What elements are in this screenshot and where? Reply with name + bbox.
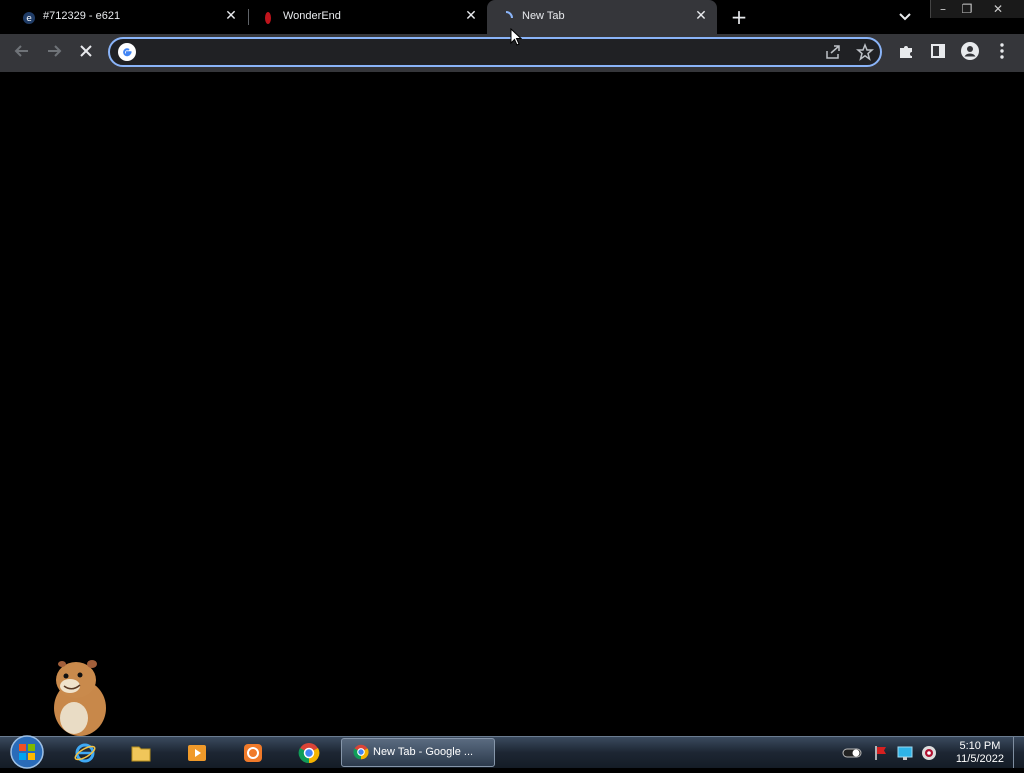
forward-button[interactable] [38,34,70,72]
tab-close-icon[interactable]: ✕ [223,8,239,24]
network-monitor-icon[interactable] [896,744,914,762]
tab-search-chevron-icon[interactable] [896,9,914,25]
toggle-tray-icon[interactable] [842,745,862,761]
minimize-button[interactable]: – [933,0,953,18]
tab-title: WonderEnd [283,10,341,22]
internet-explorer-icon[interactable] [70,740,100,766]
address-input[interactable] [140,43,794,63]
media-player-icon[interactable] [182,740,212,766]
tab-separator [248,9,249,25]
tab-close-icon[interactable]: ✕ [693,8,709,24]
app-tray-icon[interactable] [920,744,938,762]
profile-avatar-icon [960,41,980,65]
window-close-button[interactable]: ✕ [987,0,1009,18]
taskbar-window-label: New Tab - Google ... [373,746,474,758]
bookmark-star-icon[interactable] [856,42,874,65]
file-explorer-icon[interactable] [126,740,156,766]
tab-title: #712329 - e621 [43,10,121,22]
wonderend-favicon-icon [261,10,275,24]
back-arrow-icon [13,42,31,64]
tab-wonderend[interactable]: WonderEnd ✕ [250,0,486,34]
svg-text:e: e [26,14,32,24]
show-desktop-button[interactable] [1013,737,1024,768]
chrome-window-icon [353,744,369,764]
tab-close-icon[interactable]: ✕ [463,8,479,24]
extensions-button[interactable] [890,34,922,72]
loading-spinner-icon [499,10,513,24]
back-button[interactable] [6,34,38,72]
kebab-menu-icon [999,42,1005,64]
stop-button[interactable] [70,34,102,72]
action-center-flag-icon[interactable] [872,744,890,762]
page-content [0,72,1024,736]
chrome-taskbar-icon[interactable] [294,740,324,766]
app-icon[interactable] [238,740,268,766]
taskbar-active-chrome-window[interactable]: New Tab - Google ... [341,738,495,767]
clock-time: 5:10 PM [959,740,1001,752]
puzzle-icon [897,42,915,64]
side-panel-button[interactable] [922,34,954,72]
google-g-icon [118,43,136,65]
window-controls: – ❐ ✕ [930,0,1024,18]
forward-arrow-icon [45,42,63,64]
start-button[interactable] [8,735,46,769]
restore-button[interactable]: ❐ [957,0,977,18]
taskbar: New Tab - Google ... 5:10 PM 11/5/2022 [0,735,1024,769]
profile-button[interactable] [954,34,986,72]
tab-e621[interactable]: e #712329 - e621 ✕ [8,0,248,34]
hamster-desktop-pet[interactable] [44,656,112,740]
clock-date: 11/5/2022 [955,753,1004,765]
tab-title: New Tab [522,10,565,22]
stop-x-icon [78,43,94,63]
system-clock[interactable]: 5:10 PM 11/5/2022 [956,740,1004,766]
e621-favicon-icon: e [22,10,36,24]
mouse-cursor-icon [510,27,523,50]
new-tab-button[interactable]: + [729,6,749,28]
side-panel-icon [929,42,947,64]
address-bar[interactable] [108,37,882,67]
menu-button[interactable] [986,34,1018,72]
share-icon[interactable] [824,43,842,65]
